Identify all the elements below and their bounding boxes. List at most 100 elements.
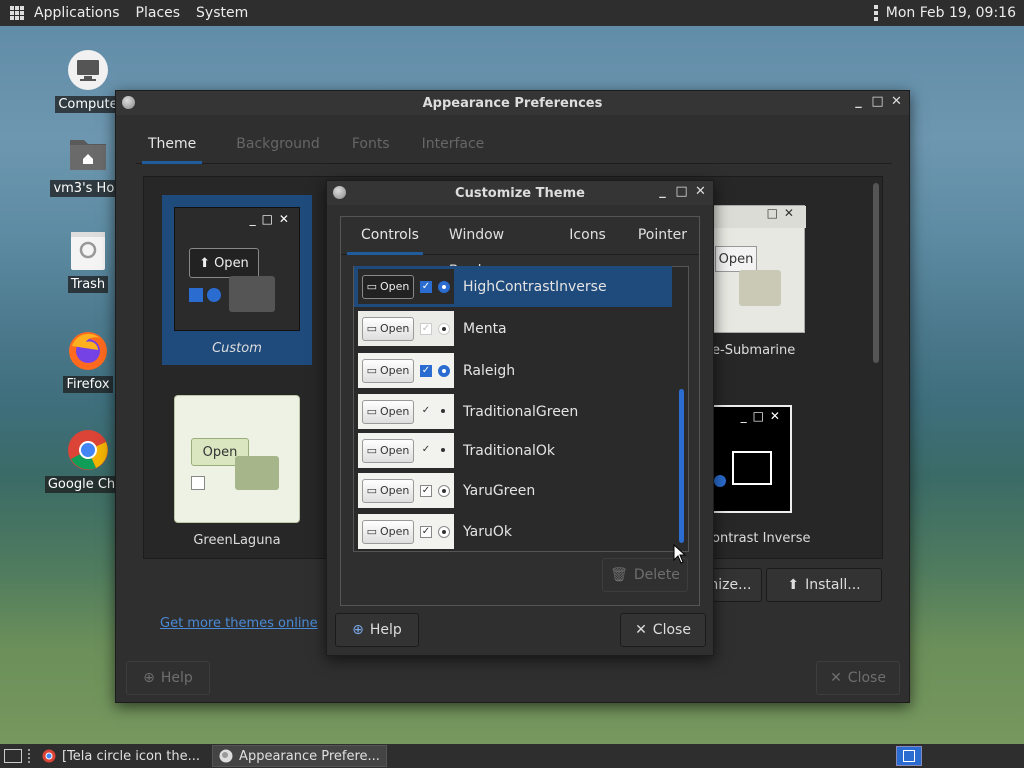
preview-checkbox xyxy=(189,288,203,302)
list-item[interactable]: ▭ Open ✓ HighContrastInverse xyxy=(354,266,672,307)
window-menu-icon[interactable] xyxy=(122,96,135,109)
task-chrome[interactable]: [Tela circle icon the... xyxy=(36,745,206,767)
appearance-help-button[interactable]: ⊕ Help xyxy=(126,661,210,695)
window-title: Appearance Preferences xyxy=(422,95,603,111)
preview-open-button: Open xyxy=(715,246,757,272)
window-menu-icon[interactable] xyxy=(333,186,346,199)
preview-radio xyxy=(438,525,450,538)
list-item[interactable]: ▭ Open ✓ YaruOk xyxy=(354,512,672,551)
get-more-themes-link[interactable]: Get more themes online xyxy=(160,616,318,631)
list-item[interactable]: ▭ Open ✓ TraditionalGreen xyxy=(354,392,672,431)
separator-icon xyxy=(28,749,30,763)
preview-open-button: ▭ Open xyxy=(362,358,414,383)
install-icon: ⬆ xyxy=(787,577,800,593)
dialog-title: Customize Theme xyxy=(455,185,585,201)
preview-checkbox: ✓ xyxy=(420,322,432,335)
menu-applications[interactable]: Applications xyxy=(26,0,128,26)
tab-icons[interactable]: Icons xyxy=(557,217,618,254)
task-label: [Tela circle icon the... xyxy=(62,748,201,764)
minimize-icon[interactable]: _ xyxy=(852,94,865,110)
theme-preview: ▭ Open ✓ xyxy=(358,514,454,549)
folder-icon xyxy=(235,456,279,490)
tab-controls[interactable]: Controls xyxy=(341,217,429,255)
preview-radio xyxy=(207,288,221,302)
close-icon[interactable]: ✕ xyxy=(890,94,903,110)
folder-icon: ▭ xyxy=(366,484,377,497)
list-item[interactable]: ▭ Open ✓ YaruGreen xyxy=(354,471,672,510)
list-item[interactable]: ▭ Open ✓ Raleigh xyxy=(354,351,672,390)
preview-checkbox: ✓ xyxy=(420,364,432,377)
chrome-icon xyxy=(66,428,110,472)
theme-preview: ⬆ Open _□✕ xyxy=(174,207,300,331)
workspace-switcher[interactable] xyxy=(896,746,922,766)
theme-preview: ▭ Open ✓ xyxy=(358,473,454,508)
list-scrollbar[interactable] xyxy=(679,389,684,543)
clock[interactable]: Mon Feb 19, 09:16 xyxy=(886,5,1016,21)
theme-tile-contrast-inverse[interactable]: _□✕ ontrast Inverse xyxy=(712,405,862,565)
theme-preview: ▭ Open ✓ xyxy=(358,269,454,304)
dialog-help-button[interactable]: ⊕ Help xyxy=(335,613,419,647)
appearance-tabs: Theme Background Fonts Interface xyxy=(136,126,892,164)
tab-theme[interactable]: Theme xyxy=(136,126,208,164)
menu-dots-icon[interactable] xyxy=(873,5,878,21)
apps-grid-icon[interactable] xyxy=(10,6,24,20)
theme-tile-submarine[interactable]: □✕ Open e-Submarine xyxy=(712,205,862,365)
preview-open-button: ▭ Open xyxy=(362,478,414,503)
install-button[interactable]: ⬆ Install... xyxy=(766,568,882,602)
preview-checkbox: ✓ xyxy=(421,443,431,455)
tab-background[interactable]: Background xyxy=(224,126,332,163)
close-icon[interactable]: ✕ xyxy=(694,184,707,200)
desktop-icon-label: Firefox xyxy=(63,376,113,393)
preview-radio xyxy=(438,322,450,335)
tab-fonts[interactable]: Fonts xyxy=(340,126,402,163)
chrome-icon xyxy=(42,749,56,763)
preview-checkbox xyxy=(191,476,205,490)
theme-preview: Open xyxy=(174,395,300,523)
theme-tile-greenlaguna[interactable]: Open GreenLaguna xyxy=(172,395,302,555)
tab-pointer[interactable]: Pointer xyxy=(626,217,699,254)
help-icon: ⊕ xyxy=(352,622,364,638)
theme-tile-custom[interactable]: ⬆ Open _□✕ Custom xyxy=(162,195,312,365)
theme-name: Custom xyxy=(212,341,262,356)
folder-icon xyxy=(229,276,275,312)
folder-icon: ▭ xyxy=(366,364,377,377)
maximize-icon[interactable]: □ xyxy=(871,94,884,110)
minimize-icon[interactable]: _ xyxy=(656,184,669,200)
appearance-close-button[interactable]: ✕ Close xyxy=(816,661,900,695)
preview-open-button: ▭ Open xyxy=(362,316,414,341)
desktop-icon-label: Compute xyxy=(55,96,121,113)
preview-checkbox: ✓ xyxy=(420,525,432,538)
desktop-icon-label: Trash xyxy=(67,276,109,293)
theme-row-name: YaruGreen xyxy=(463,482,536,499)
gallery-scrollbar[interactable] xyxy=(873,183,879,363)
preview-window-buttons: □✕ xyxy=(713,206,806,228)
tab-interface[interactable]: Interface xyxy=(410,126,497,163)
task-appearance[interactable]: Appearance Prefere... xyxy=(212,745,387,767)
preview-radio xyxy=(438,364,450,377)
top-panel: Applications Places System Mon Feb 19, 0… xyxy=(0,0,1024,26)
appearance-icon xyxy=(219,749,233,763)
firefox-icon xyxy=(66,328,110,372)
theme-preview: ▭ Open ✓ xyxy=(358,433,454,468)
folder-icon: ▭ xyxy=(366,525,377,538)
menu-places[interactable]: Places xyxy=(128,0,189,26)
tab-window-border[interactable]: Window Border xyxy=(437,217,549,279)
theme-row-name: Raleigh xyxy=(463,362,516,379)
trash-icon xyxy=(66,228,110,272)
preview-checkbox: ✓ xyxy=(421,404,431,416)
customize-tabs: Controls Window Border Icons Pointer xyxy=(341,217,699,279)
preview-radio xyxy=(438,406,450,418)
folder-icon: ▭ xyxy=(366,322,377,335)
show-desktop-icon[interactable] xyxy=(4,749,22,763)
customize-titlebar[interactable]: Customize Theme _ □ ✕ xyxy=(327,181,713,205)
theme-row-name: TraditionalOk xyxy=(463,442,556,459)
computer-icon xyxy=(66,48,110,92)
appearance-titlebar[interactable]: Appearance Preferences _ □ ✕ xyxy=(116,91,909,115)
theme-row-name: Menta xyxy=(463,320,507,337)
dialog-close-button[interactable]: ✕ Close xyxy=(620,613,706,647)
preview-open-button: ⬆ Open xyxy=(189,248,259,278)
list-item[interactable]: ▭ Open ✓ TraditionalOk xyxy=(354,431,672,470)
list-item[interactable]: ▭ Open ✓ Menta xyxy=(354,309,672,348)
maximize-icon[interactable]: □ xyxy=(675,184,688,200)
menu-system[interactable]: System xyxy=(188,0,256,26)
